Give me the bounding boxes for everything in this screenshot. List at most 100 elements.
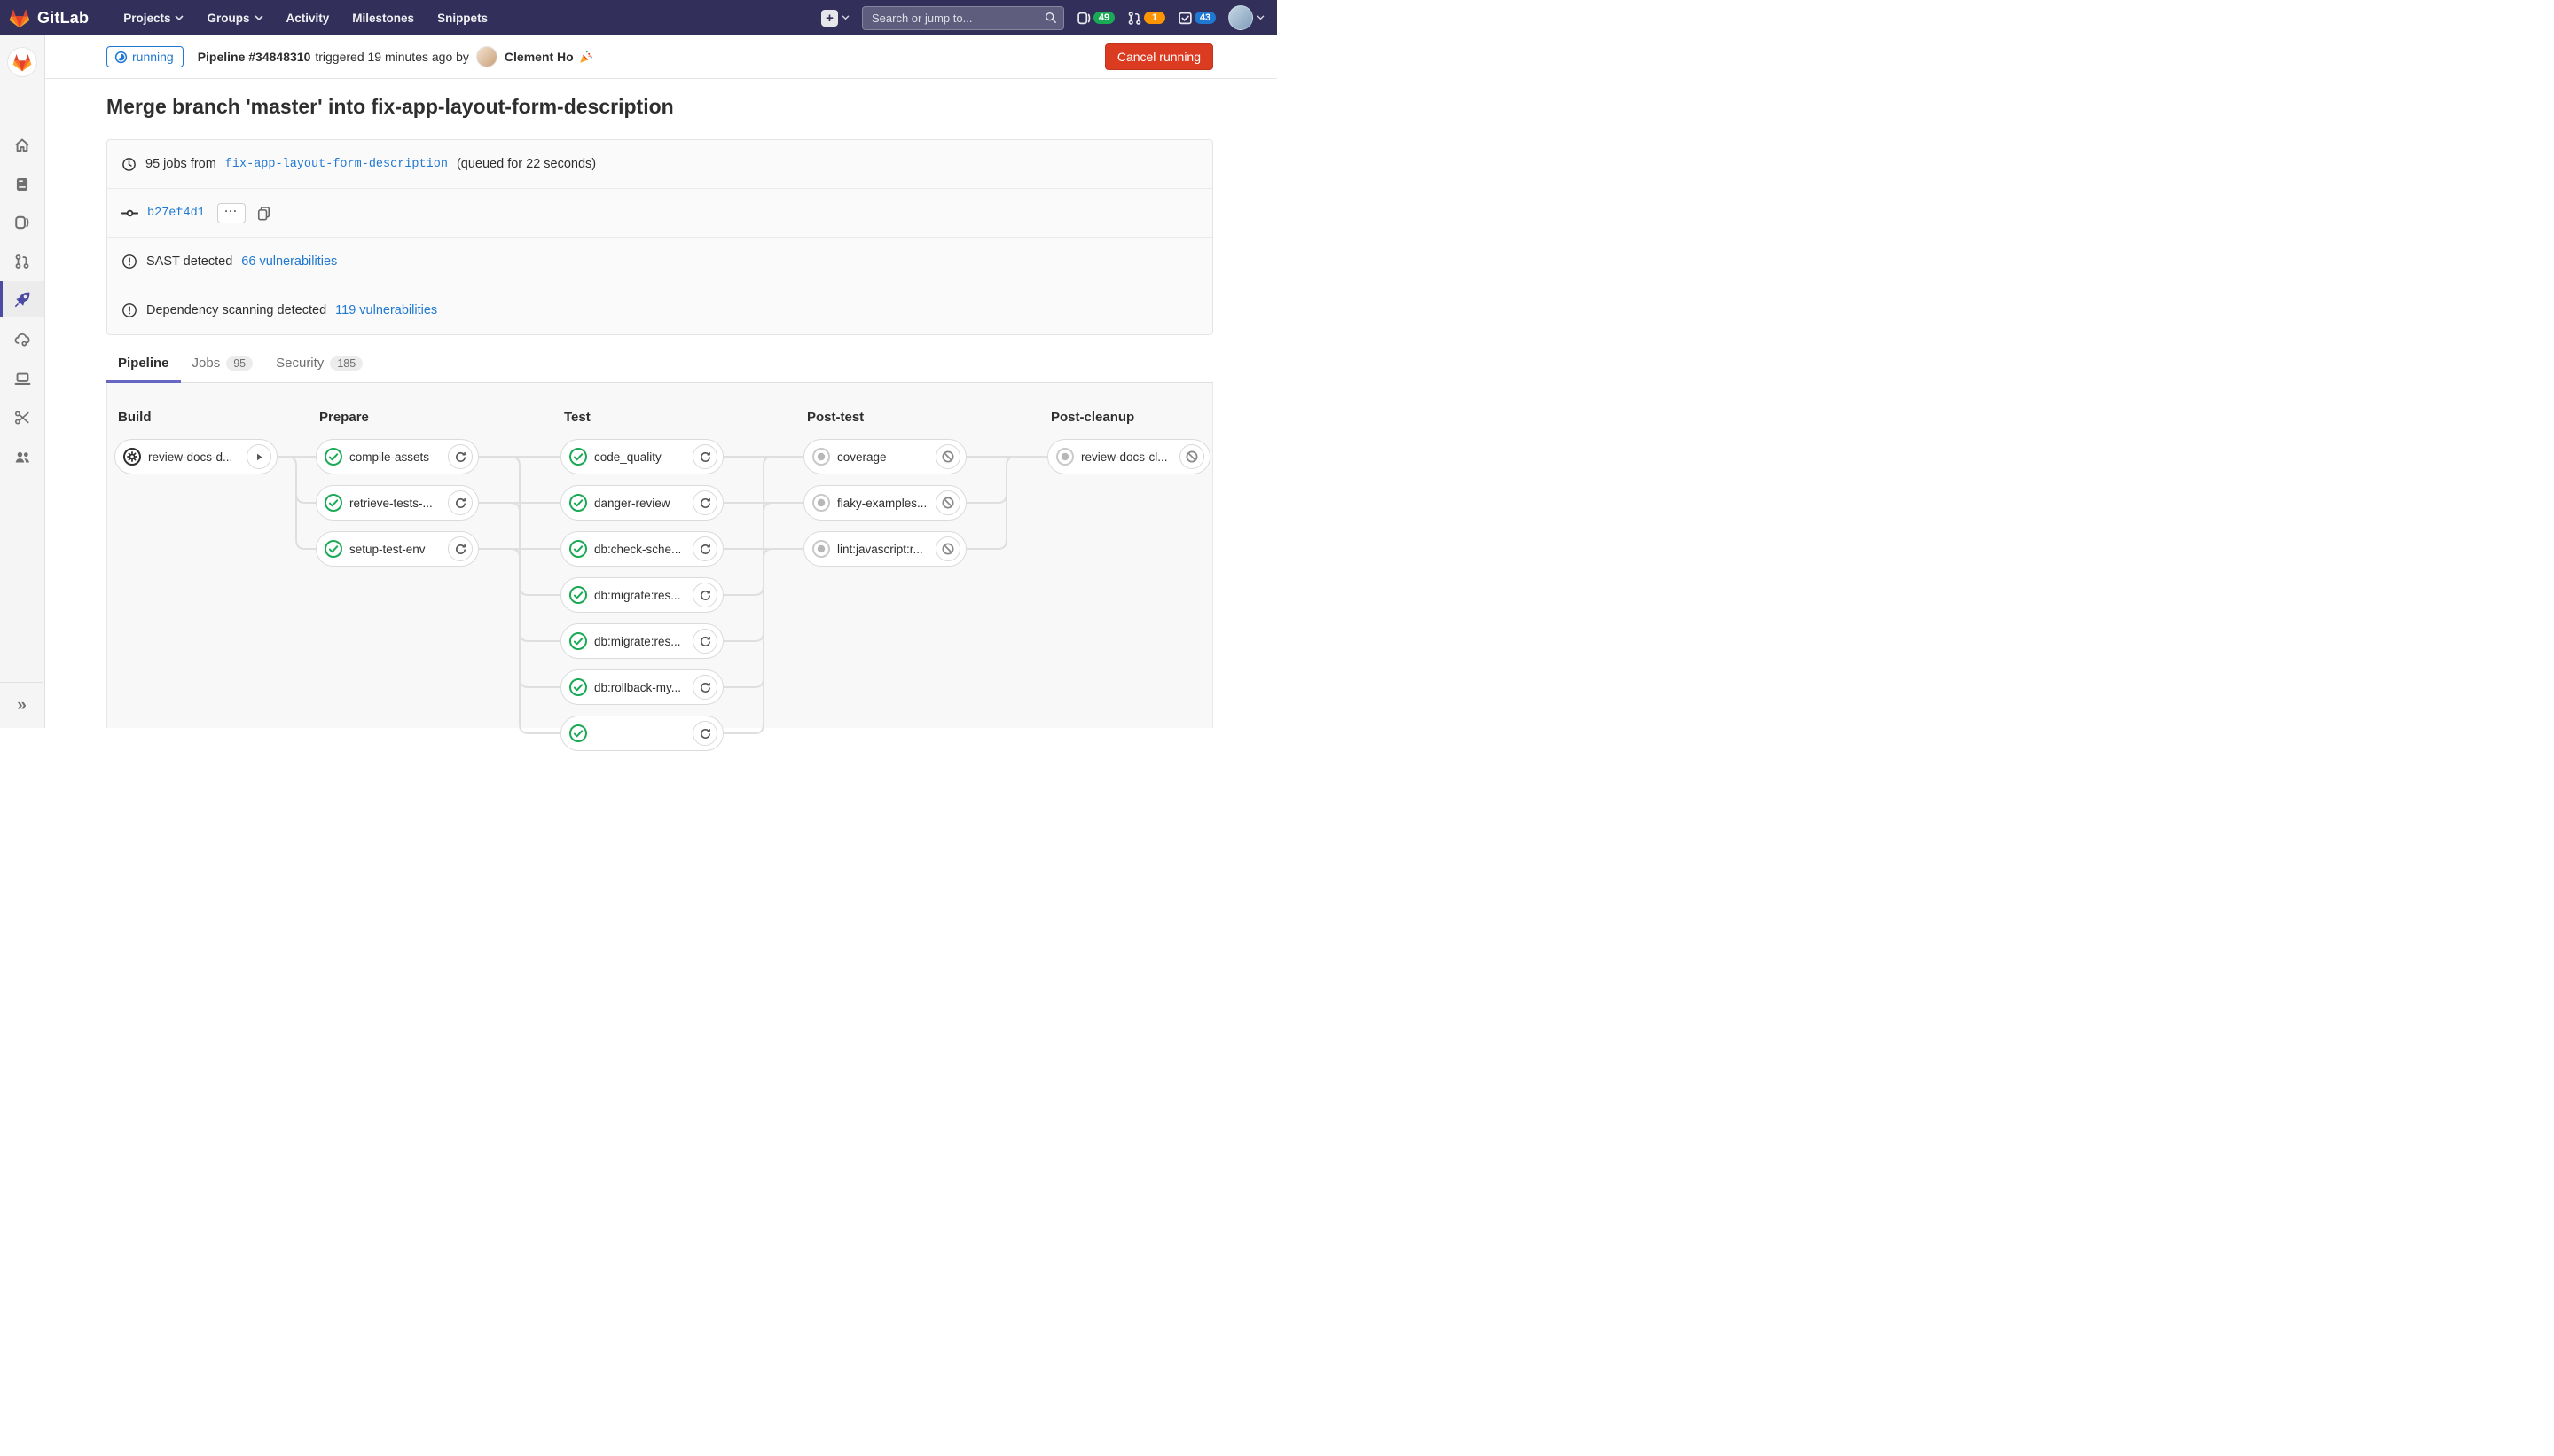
sidebar-item-merge-requests[interactable] (0, 244, 44, 279)
todos-counter[interactable]: 43 (1178, 11, 1216, 26)
job-partially-visible[interactable] (560, 716, 724, 751)
cancel-button[interactable] (1179, 444, 1204, 469)
project-sidebar: » (0, 35, 45, 728)
pipeline-status-badge[interactable]: running (106, 46, 184, 67)
author-avatar[interactable] (476, 46, 497, 67)
job-lint-javascript-report[interactable]: lint:javascript:r... (803, 531, 967, 567)
created-status-icon (1055, 447, 1075, 466)
job-name: coverage (837, 450, 930, 464)
user-menu[interactable] (1228, 5, 1265, 30)
job-db-migrate-reset-2[interactable]: db:migrate:res... (560, 623, 724, 659)
chevron-down-icon (255, 15, 263, 21)
sidebar-item-snippets[interactable] (0, 400, 44, 435)
search-input[interactable] (862, 6, 1064, 30)
tab-pipeline[interactable]: Pipeline (106, 356, 181, 383)
retry-button[interactable] (693, 721, 717, 746)
people-icon (14, 449, 31, 466)
job-flaky-examples[interactable]: flaky-examples... (803, 485, 967, 521)
job-name: retrieve-tests-... (349, 497, 443, 510)
clock-icon (121, 157, 137, 172)
issues-count-badge: 49 (1093, 12, 1115, 24)
sidebar-item-home[interactable] (0, 128, 44, 163)
retry-button[interactable] (693, 490, 717, 515)
cancel-button[interactable] (936, 536, 960, 561)
sidebar-item-issues[interactable] (0, 205, 44, 240)
job-review-docs-cleanup[interactable]: review-docs-cl... (1047, 439, 1210, 474)
nav-activity[interactable]: Activity (277, 0, 340, 35)
sidebar-item-operations[interactable] (0, 322, 44, 357)
cancel-running-button[interactable]: Cancel running (1105, 43, 1213, 70)
plus-icon: + (821, 10, 838, 27)
commit-expand-button[interactable]: ··· (217, 203, 246, 223)
commit-sha-link[interactable]: b27ef4d1 (147, 207, 205, 220)
pipeline-graph: Build Prepare Test Post-test Post-cleanu… (106, 383, 1213, 728)
avatar (1228, 5, 1253, 30)
retry-button[interactable] (693, 629, 717, 654)
created-status-icon (811, 493, 831, 513)
sidebar-item-ci-cd[interactable] (0, 281, 44, 317)
retry-button[interactable] (693, 536, 717, 561)
tab-security[interactable]: Security 185 (264, 356, 374, 383)
issues-icon (1077, 11, 1092, 26)
nav-milestones[interactable]: Milestones (342, 0, 424, 35)
commit-row: b27ef4d1 ··· (107, 188, 1212, 237)
merge-requests-counter[interactable]: 1 (1127, 11, 1165, 26)
sidebar-item-repository[interactable] (0, 167, 44, 202)
job-name: lint:javascript:r... (837, 543, 930, 556)
sidebar-item-members[interactable] (0, 439, 44, 474)
new-menu-button[interactable]: + (821, 10, 850, 27)
job-name: db:migrate:res... (594, 589, 687, 602)
issues-counter[interactable]: 49 (1077, 11, 1115, 26)
sidebar-item-environments[interactable] (0, 361, 44, 396)
retry-button[interactable] (448, 490, 473, 515)
branch-link[interactable]: fix-app-layout-form-description (225, 158, 448, 171)
dependency-vulnerabilities-link[interactable]: 119 vulnerabilities (335, 303, 437, 317)
job-name: review-docs-cl... (1081, 450, 1174, 464)
sast-vulnerabilities-link[interactable]: 66 vulnerabilities (241, 254, 337, 269)
running-status-icon (114, 51, 128, 64)
retry-button[interactable] (448, 536, 473, 561)
rocket-icon (14, 291, 31, 308)
success-status-icon (568, 677, 588, 697)
job-danger-review[interactable]: danger-review (560, 485, 724, 521)
tab-jobs[interactable]: Jobs 95 (181, 356, 265, 383)
success-status-icon (568, 447, 588, 466)
pipeline-byline: Pipeline #34848310 triggered 19 minutes … (198, 46, 593, 67)
job-db-migrate-reset-1[interactable]: db:migrate:res... (560, 577, 724, 613)
cancel-button[interactable] (936, 444, 960, 469)
retry-button[interactable] (693, 583, 717, 607)
retry-button[interactable] (448, 444, 473, 469)
retry-button[interactable] (693, 444, 717, 469)
author-name[interactable]: Clement Ho (505, 50, 574, 64)
nav-projects[interactable]: Projects (114, 0, 193, 35)
mr-count-badge: 1 (1144, 12, 1165, 24)
retry-button[interactable] (693, 675, 717, 700)
job-retrieve-tests[interactable]: retrieve-tests-... (316, 485, 479, 521)
sast-row: SAST detected 66 vulnerabilities (107, 237, 1212, 286)
cancel-button[interactable] (936, 490, 960, 515)
play-button[interactable] (247, 444, 271, 469)
gitlab-logo[interactable]: GitLab (0, 8, 98, 28)
job-review-docs-deploy[interactable]: review-docs-d... (114, 439, 278, 474)
success-status-icon (568, 539, 588, 559)
job-compile-assets[interactable]: compile-assets (316, 439, 479, 474)
todo-check-icon (1178, 11, 1193, 26)
laptop-icon (14, 371, 31, 387)
dependency-text: Dependency scanning detected (146, 303, 326, 317)
job-code-quality[interactable]: code_quality (560, 439, 724, 474)
tanuki-icon (12, 53, 32, 72)
job-setup-test-env[interactable]: setup-test-env (316, 531, 479, 567)
tanuki-icon (9, 8, 30, 28)
nav-snippets[interactable]: Snippets (427, 0, 497, 35)
copy-icon[interactable] (256, 206, 271, 221)
sidebar-collapse-toggle[interactable]: » (0, 682, 43, 728)
party-popper-icon (578, 50, 593, 65)
nav-groups[interactable]: Groups (197, 0, 272, 35)
project-avatar[interactable] (8, 48, 36, 76)
page-title: Merge branch 'master' into fix-app-layou… (106, 95, 1213, 119)
job-coverage[interactable]: coverage (803, 439, 967, 474)
job-name: danger-review (594, 497, 687, 510)
job-db-check-schema[interactable]: db:check-sche... (560, 531, 724, 567)
job-db-rollback-mysql[interactable]: db:rollback-my... (560, 669, 724, 705)
nav-links: Projects Groups Activity Milestones Snip… (114, 0, 497, 35)
